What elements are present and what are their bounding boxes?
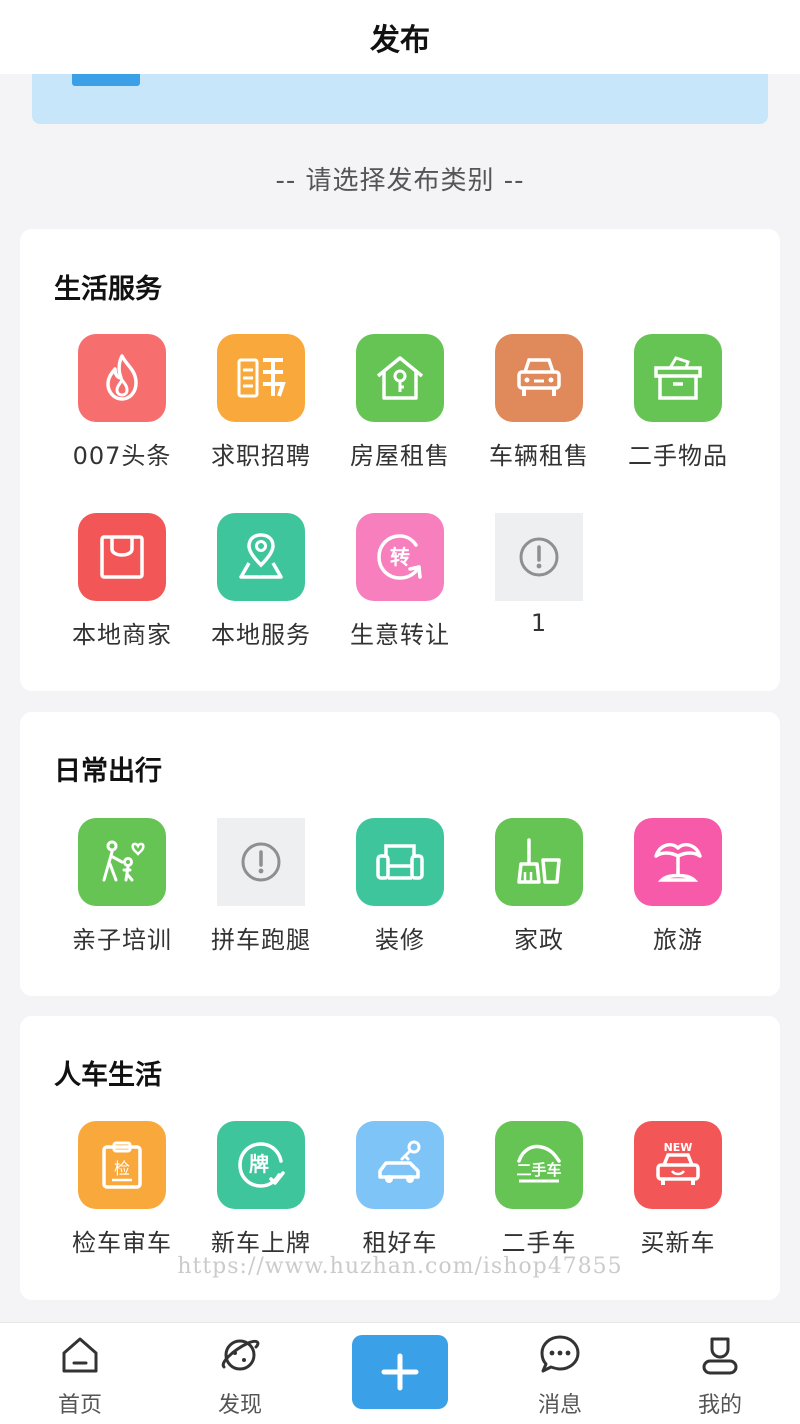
svg-text:二手车: 二手车 <box>516 1161 561 1179</box>
category-label: 拼车跑腿 <box>211 926 311 954</box>
car-key-icon <box>356 1121 444 1209</box>
tab-label: 发现 <box>217 1393 262 1418</box>
category-label: 本地服务 <box>211 621 311 649</box>
tab-profile[interactable]: 我的 <box>660 1323 780 1424</box>
svg-text:NEW: NEW <box>664 1141 693 1154</box>
planet-icon <box>221 1339 260 1371</box>
category-label: 1 <box>530 609 548 637</box>
category-item[interactable]: 1 <box>469 513 609 663</box>
category-item[interactable]: 牌 新车上牌 <box>191 1121 331 1271</box>
section-title: 生活服务 <box>54 274 162 305</box>
car-icon <box>495 334 583 422</box>
user-icon <box>702 1337 738 1375</box>
section-daily-travel: 日常出行 亲子培训 拼车跑腿 装修 家政 旅游 <box>20 712 780 996</box>
tab-discover[interactable]: 发现 <box>180 1323 300 1424</box>
category-label: 检车审车 <box>72 1229 172 1257</box>
tab-label: 我的 <box>697 1393 742 1418</box>
section-title: 人车生活 <box>54 1060 162 1091</box>
tab-messages[interactable]: 消息 <box>500 1323 620 1424</box>
category-item[interactable]: 亲子培训 <box>52 818 192 968</box>
category-label: 房屋租售 <box>350 442 450 470</box>
category-item[interactable]: NEW 买新车 <box>608 1121 748 1271</box>
category-item[interactable]: 房屋租售 <box>330 334 470 484</box>
watermark: https://www.huzhan.com/ishop47855 <box>177 1254 623 1279</box>
plus-icon <box>381 1353 419 1391</box>
broken-image-icon <box>495 513 583 601</box>
category-item[interactable]: 家政 <box>469 818 609 968</box>
top-bar: 发布 <box>0 0 800 74</box>
category-label: 二手物品 <box>628 442 728 470</box>
new-car-icon: NEW <box>634 1121 722 1209</box>
category-label: 新车上牌 <box>211 1229 311 1257</box>
chat-bubble-icon <box>540 1335 580 1373</box>
page-title: 发布 <box>370 23 430 58</box>
svg-text:转: 转 <box>390 545 410 569</box>
category-label: 家政 <box>514 926 564 954</box>
box-icon <box>634 334 722 422</box>
transfer-icon: 转 <box>356 513 444 601</box>
category-item[interactable]: 车辆租售 <box>469 334 609 484</box>
category-label: 二手车 <box>501 1229 577 1257</box>
shopping-bag-icon <box>78 513 166 601</box>
broom-icon <box>495 818 583 906</box>
category-item[interactable]: 本地商家 <box>52 513 192 663</box>
section-title: 日常出行 <box>54 756 162 787</box>
category-label: 旅游 <box>653 926 703 954</box>
category-label: 本地商家 <box>72 621 172 649</box>
category-item[interactable]: 007头条 <box>52 334 192 484</box>
category-item[interactable]: 转 生意转让 <box>330 513 470 663</box>
license-plate-icon: 牌 <box>217 1121 305 1209</box>
used-car-icon: 二手车 <box>495 1121 583 1209</box>
svg-text:检: 检 <box>114 1159 130 1178</box>
palm-tree-icon <box>634 818 722 906</box>
category-item[interactable]: 旅游 <box>608 818 748 968</box>
category-item[interactable]: 二手车 二手车 <box>469 1121 609 1271</box>
bottom-tab-bar: 首页 发现 消息 我的 <box>0 1322 800 1424</box>
sofa-icon <box>356 818 444 906</box>
banner-indicator <box>72 74 140 86</box>
category-item[interactable]: 本地服务 <box>191 513 331 663</box>
category-item[interactable]: 装修 <box>330 818 470 968</box>
broken-image-icon <box>217 818 305 906</box>
category-label: 车辆租售 <box>489 442 589 470</box>
home-icon <box>62 1337 98 1373</box>
publish-button[interactable] <box>352 1335 448 1409</box>
inspection-clipboard-icon: 检 <box>78 1121 166 1209</box>
category-item[interactable]: 检 检车审车 <box>52 1121 192 1271</box>
map-pin-icon <box>217 513 305 601</box>
category-label: 租好车 <box>362 1229 438 1257</box>
tab-label: 首页 <box>57 1393 102 1418</box>
svg-text:牌: 牌 <box>249 1152 269 1176</box>
category-label: 买新车 <box>640 1229 716 1257</box>
category-item[interactable]: 拼车跑腿 <box>191 818 331 968</box>
category-label: 装修 <box>375 926 425 954</box>
category-label: 007头条 <box>72 442 172 470</box>
recruit-icon <box>217 334 305 422</box>
parent-child-icon <box>78 818 166 906</box>
category-item[interactable]: 二手物品 <box>608 334 748 484</box>
category-label: 亲子培训 <box>72 926 172 954</box>
tab-home[interactable]: 首页 <box>20 1323 140 1424</box>
tab-label: 消息 <box>537 1393 582 1418</box>
category-label: 求职招聘 <box>211 442 311 470</box>
category-label: 生意转让 <box>350 621 450 649</box>
flame-icon <box>78 334 166 422</box>
category-item[interactable]: 租好车 <box>330 1121 470 1271</box>
category-prompt: -- 请选择发布类别 -- <box>275 166 525 196</box>
house-key-icon <box>356 334 444 422</box>
category-item[interactable]: 求职招聘 <box>191 334 331 484</box>
section-life-services: 生活服务 007头条 求职招聘 房屋租售 车辆租售 二手物品 本地商家 本地服务… <box>20 229 780 691</box>
